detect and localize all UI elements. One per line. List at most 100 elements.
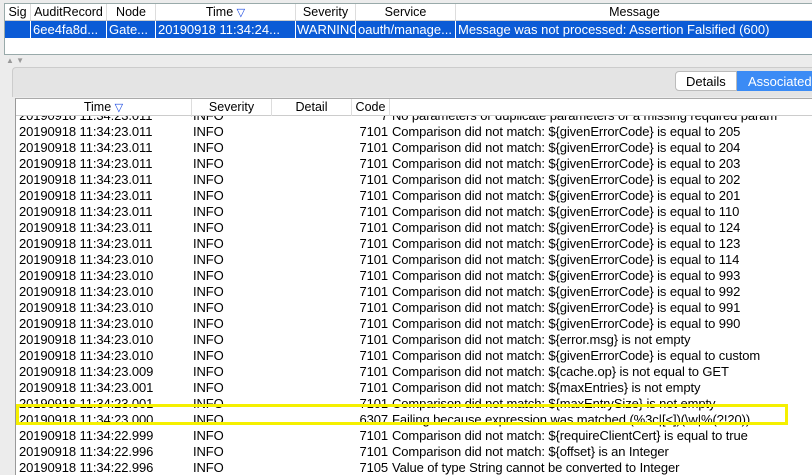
highlight-box (16, 404, 788, 425)
audit-records-table: Sig AuditRecord Node Time ▽ Severity Ser… (4, 3, 812, 55)
row-code: 7101 (359, 220, 388, 235)
selected-audit-row[interactable]: 6ee4fa8d... Gate... 20190918 11:34:24...… (5, 21, 812, 38)
audit-table-header: Sig AuditRecord Node Time ▽ Severity Ser… (5, 4, 812, 21)
table-row[interactable]: 20190918 11:34:23.009 INFO 7101 Comparison … (16, 364, 812, 380)
table-row[interactable]: 20190918 11:34:22.996 INFO 7101 Comparison … (16, 444, 812, 460)
col-header-message[interactable]: Message (456, 4, 812, 20)
row-time: 20190918 11:34:23.009 (19, 364, 154, 379)
row-time: 20190918 11:34:23.010 (19, 316, 154, 331)
table-row[interactable]: 20190918 11:34:23.011 INFO 7101 Comparison … (16, 236, 812, 252)
row-code: 7101 (359, 348, 388, 363)
row-message: Comparison did not match: ${givenErrorCo… (392, 300, 741, 315)
table-row[interactable]: 20190918 11:34:23.010 INFO 7101 Comparison … (16, 268, 812, 284)
row-severity: INFO (193, 364, 224, 379)
row-time: 20190918 11:34:23.011 (19, 156, 153, 171)
row-code: 7101 (359, 236, 388, 251)
log-table-header: Time ▽ Severity Detail Code (16, 99, 812, 117)
col-header-time[interactable]: Time ▽ (16, 99, 192, 117)
col-header-time-label: Time (83, 100, 112, 114)
row-severity: INFO (193, 332, 224, 347)
row-message: Comparison did not match: ${requireClien… (392, 428, 748, 443)
table-row[interactable]: 20190918 11:34:23.010 INFO 7101 Comparison … (16, 316, 812, 332)
row-code: 7101 (359, 316, 388, 331)
col-header-code[interactable]: Code (352, 99, 390, 116)
row-message: Comparison did not match: ${givenErrorCo… (392, 188, 741, 203)
row-severity: INFO (193, 140, 224, 155)
row-severity: INFO (193, 124, 224, 139)
row-severity: INFO (193, 428, 224, 443)
row-code: 7101 (359, 428, 388, 443)
row-time: 20190918 11:34:23.011 (19, 188, 153, 203)
row-code: 7101 (359, 284, 388, 299)
row-code: 7101 (359, 364, 388, 379)
row-time: 20190918 11:34:22.999 (19, 428, 154, 443)
tab-bar: Details Associated (12, 67, 812, 97)
row-message: Comparison did not match: ${cache.op} is… (392, 364, 729, 379)
row-time: 20190918 11:34:23.010 (19, 332, 154, 347)
table-row[interactable]: 20190918 11:34:23.010 INFO 7101 Comparison … (16, 284, 812, 300)
tab-details[interactable]: Details (675, 71, 737, 91)
tab-associated[interactable]: Associated (737, 71, 812, 91)
table-row[interactable]: 20190918 11:34:23.011 INFO 7101 Comparison … (16, 124, 812, 140)
row-severity: INFO (193, 236, 224, 251)
table-row[interactable]: 20190918 11:34:23.010 INFO 7101 Comparison … (16, 252, 812, 268)
row-code: 7101 (359, 300, 388, 315)
sort-descending-icon: ▽ (114, 102, 124, 114)
row-code: 7101 (359, 124, 388, 139)
table-row[interactable]: 20190918 11:34:23.010 INFO 7101 Comparison … (16, 348, 812, 364)
row-time: 20190918 11:34:23.011 (19, 124, 153, 139)
table-row[interactable]: 20190918 11:34:23.011 INFO 7101 Comparison … (16, 172, 812, 188)
cell-sig (5, 21, 31, 38)
table-row[interactable]: 20190918 11:34:23.011 INFO 7101 Comparison … (16, 188, 812, 204)
table-row[interactable]: 20190918 11:34:23.001 INFO 7101 Comparison … (16, 380, 812, 396)
cell-service: oauth/manage... (356, 21, 456, 38)
row-severity: INFO (193, 284, 224, 299)
col-header-sig[interactable]: Sig (5, 4, 31, 20)
row-message: Comparison did not match: ${givenErrorCo… (392, 284, 741, 299)
row-code: 7101 (359, 380, 388, 395)
row-time: 20190918 11:34:23.010 (19, 268, 154, 283)
row-severity: INFO (193, 460, 224, 475)
row-message: Comparison did not match: ${error.msg} i… (392, 332, 691, 347)
row-code: 7101 (359, 140, 388, 155)
table-row[interactable]: 20190918 11:34:22.999 INFO 7101 Comparison … (16, 428, 812, 444)
row-message: Comparison did not match: ${givenErrorCo… (392, 156, 741, 171)
col-header-detail[interactable]: Detail (272, 99, 352, 116)
table-row[interactable]: 20190918 11:34:23.011 INFO 7101 Comparison … (16, 220, 812, 236)
cell-time: 20190918 11:34:24... (156, 21, 296, 38)
row-code: 7101 (359, 252, 388, 267)
row-message: Comparison did not match: ${givenErrorCo… (392, 316, 741, 331)
row-message: Comparison did not match: ${givenErrorCo… (392, 172, 741, 187)
cell-node: Gate... (107, 21, 156, 38)
row-time: 20190918 11:34:23.011 (19, 140, 153, 155)
row-code: 7101 (359, 172, 388, 187)
table-row[interactable]: 20190918 11:34:23.010 INFO 7101 Comparison … (16, 300, 812, 316)
table-row[interactable]: 20190918 11:34:22.996 INFO 7105 Value of ty… (16, 460, 812, 475)
row-severity: INFO (193, 380, 224, 395)
row-time: 20190918 11:34:23.011 (19, 220, 153, 235)
row-severity: INFO (193, 204, 224, 219)
row-severity: INFO (193, 268, 224, 283)
col-header-severity[interactable]: Severity (192, 99, 272, 116)
col-header-node[interactable]: Node (107, 4, 156, 20)
cell-message: Message was not processed: Assertion Fal… (456, 21, 812, 38)
row-severity: INFO (193, 156, 224, 171)
col-header-audit-record[interactable]: AuditRecord (31, 4, 107, 20)
row-message: Comparison did not match: ${givenErrorCo… (392, 236, 741, 251)
row-time: 20190918 11:34:23.010 (19, 300, 154, 315)
table-row[interactable]: 20190918 11:34:23.011 INFO 7101 Comparison … (16, 156, 812, 172)
row-severity: INFO (193, 220, 224, 235)
splitter-arrows-icon[interactable]: ▲ ▼ (6, 56, 24, 65)
table-row[interactable]: 20190918 11:34:23.010 INFO 7101 Comparison … (16, 332, 812, 348)
cell-audit-record: 6ee4fa8d... (31, 21, 107, 38)
col-header-time-label: Time (205, 5, 234, 19)
row-message: Comparison did not match: ${givenErrorCo… (392, 252, 740, 267)
table-row[interactable]: 20190918 11:34:23.011 INFO 7101 Comparison … (16, 140, 812, 156)
col-header-severity[interactable]: Severity (296, 4, 356, 20)
col-header-service[interactable]: Service (356, 4, 456, 20)
row-message: Value of type String cannot be converted… (392, 460, 680, 475)
col-header-time[interactable]: Time ▽ (156, 4, 296, 20)
row-severity: INFO (193, 172, 224, 187)
row-message: Comparison did not match: ${givenErrorCo… (392, 220, 741, 235)
table-row[interactable]: 20190918 11:34:23.011 INFO 7101 Comparison … (16, 204, 812, 220)
